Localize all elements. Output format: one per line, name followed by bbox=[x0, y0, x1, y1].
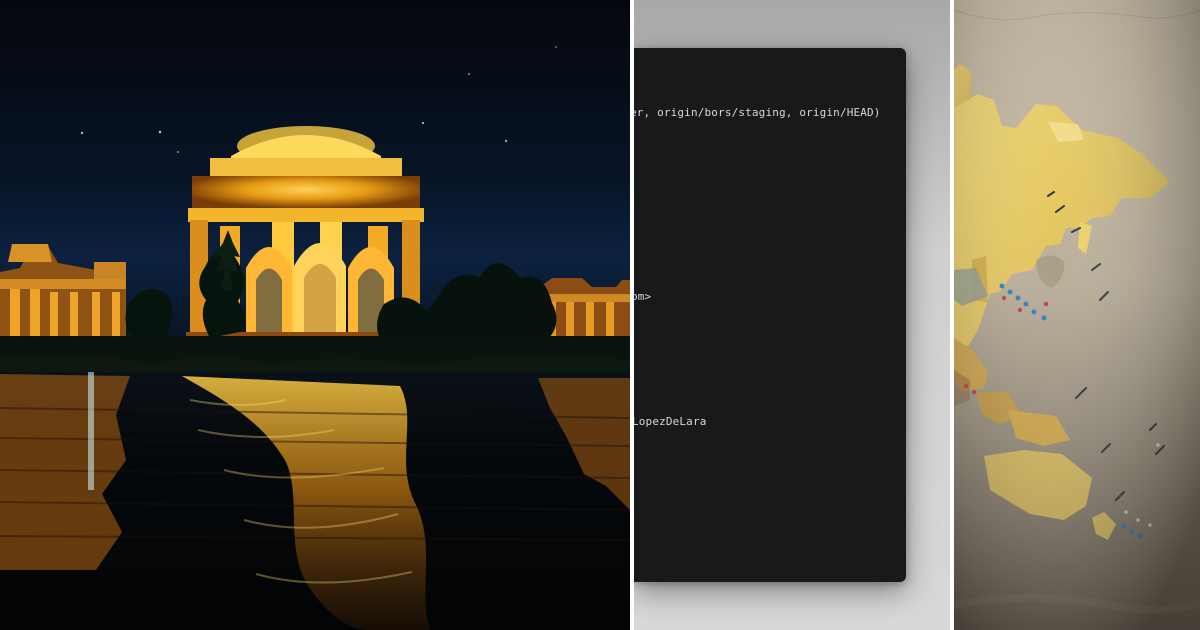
palace-night-illustration-icon bbox=[0, 0, 630, 630]
image-collage: er, origin/bors/staging, origin/HEAD) om… bbox=[0, 0, 1200, 630]
terminal-line-1: er, origin/bors/staging, origin/HEAD) bbox=[634, 106, 881, 119]
palace-night-photo-icon bbox=[0, 0, 630, 630]
terminal-window: er, origin/bors/staging, origin/HEAD) om… bbox=[634, 48, 906, 582]
world-map-photo-icon bbox=[954, 0, 1200, 630]
world-map-illustration-icon bbox=[954, 0, 1200, 630]
terminal-screenshot-icon: er, origin/bors/staging, origin/HEAD) om… bbox=[634, 0, 950, 630]
terminal-line-3: LopezDeLara bbox=[634, 415, 707, 428]
terminal-line-2: om> bbox=[634, 290, 652, 303]
